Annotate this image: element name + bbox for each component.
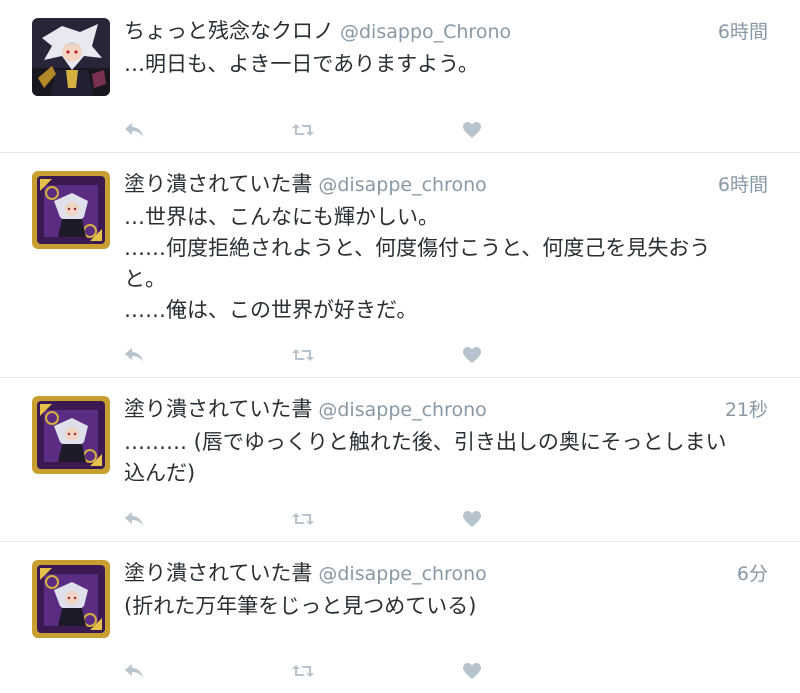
heart-icon[interactable]: [460, 661, 484, 681]
avatar[interactable]: [32, 396, 110, 474]
retweet-icon[interactable]: [291, 661, 315, 681]
display-name[interactable]: 塗り潰されていた書: [124, 168, 312, 198]
tweet[interactable]: ちょっと残念なクロノ @disappo_Chrono 6時間 …明日も、よき一日…: [0, 0, 800, 153]
display-name[interactable]: 塗り潰されていた書: [124, 393, 312, 423]
retweet-icon[interactable]: [291, 120, 315, 140]
timestamp[interactable]: 6時間: [718, 17, 768, 44]
avatar[interactable]: [32, 171, 110, 249]
display-name[interactable]: ちょっと残念なクロノ: [124, 15, 334, 45]
tweet-text: (折れた万年筆をじっと見つめている): [124, 594, 477, 618]
reply-icon[interactable]: [122, 509, 146, 529]
tweet-header: 塗り潰されていた書 @disappe_chrono 6分: [124, 557, 768, 591]
display-name[interactable]: 塗り潰されていた書: [124, 557, 312, 587]
tweet-actions: [122, 120, 484, 140]
username[interactable]: @disappe_chrono: [318, 399, 486, 421]
reply-icon[interactable]: [122, 345, 146, 365]
retweet-icon[interactable]: [291, 509, 315, 529]
tweet-header: 塗り潰されていた書 @disappe_chrono 21秒: [124, 393, 768, 427]
heart-icon[interactable]: [460, 509, 484, 529]
reply-icon[interactable]: [122, 120, 146, 140]
tweet-actions: [122, 509, 484, 529]
tweet-text: …世界は、こんなにも輝かしい。 ……何度拒絶されようと、何度傷付こうと、何度己を…: [124, 205, 711, 322]
username[interactable]: @disappo_Chrono: [340, 21, 511, 43]
heart-icon[interactable]: [460, 120, 484, 140]
avatar[interactable]: [32, 560, 110, 638]
tweet-header: ちょっと残念なクロノ @disappo_Chrono 6時間: [124, 15, 768, 49]
tweet[interactable]: 塗り潰されていた書 @disappe_chrono 6分 (折れた万年筆をじっと…: [0, 542, 800, 693]
tweet-text: …明日も、よき一日でありますよう。: [124, 52, 479, 76]
reply-icon[interactable]: [122, 661, 146, 681]
timestamp[interactable]: 6時間: [718, 170, 768, 197]
heart-icon[interactable]: [460, 345, 484, 365]
tweet-text: ……… (唇でゆっくりと触れた後、引き出しの奥にそっとしまい 込んだ): [124, 430, 727, 485]
timestamp[interactable]: 6分: [737, 559, 768, 586]
username[interactable]: @disappe_chrono: [318, 174, 486, 196]
avatar[interactable]: [32, 18, 110, 96]
tweet-actions: [122, 345, 484, 365]
username[interactable]: @disappe_chrono: [318, 563, 486, 585]
timeline: ちょっと残念なクロノ @disappo_Chrono 6時間 …明日も、よき一日…: [0, 0, 800, 693]
tweet-header: 塗り潰されていた書 @disappe_chrono 6時間: [124, 168, 768, 202]
retweet-icon[interactable]: [291, 345, 315, 365]
tweet[interactable]: 塗り潰されていた書 @disappe_chrono 6時間 …世界は、こんなにも…: [0, 153, 800, 378]
tweet-actions: [122, 661, 484, 681]
timestamp[interactable]: 21秒: [725, 395, 768, 422]
tweet[interactable]: 塗り潰されていた書 @disappe_chrono 21秒 ……… (唇でゆっく…: [0, 378, 800, 542]
